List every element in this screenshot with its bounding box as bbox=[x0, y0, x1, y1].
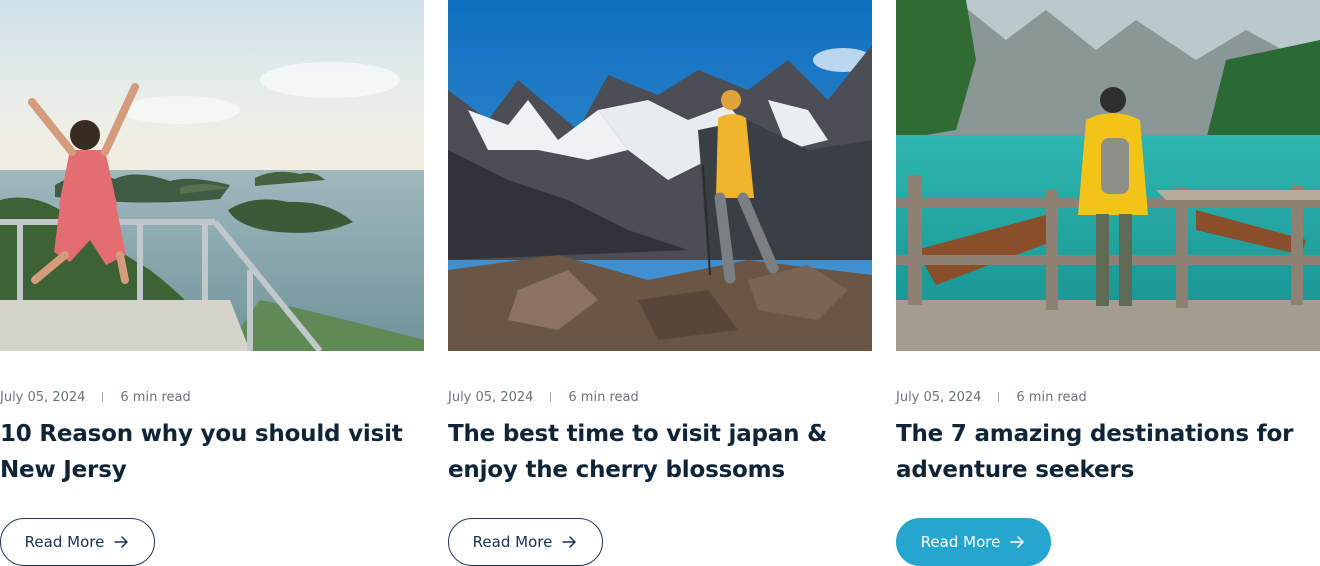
arrow-right-icon bbox=[112, 533, 130, 551]
meta-divider bbox=[998, 392, 1000, 402]
blog-card: July 05, 2024 6 min read 10 Reason why y… bbox=[0, 0, 424, 566]
mountain-hiker-image bbox=[448, 0, 872, 351]
read-more-label: Read More bbox=[472, 533, 553, 551]
post-title[interactable]: 10 Reason why you should visit New Jersy bbox=[0, 416, 410, 488]
meta-divider bbox=[550, 392, 552, 402]
post-title[interactable]: The 7 amazing destinations for adventure… bbox=[896, 416, 1306, 488]
post-title[interactable]: The best time to visit japan & enjoy the… bbox=[448, 416, 858, 488]
read-more-button[interactable]: Read More bbox=[0, 518, 155, 566]
post-read-time: 6 min read bbox=[568, 389, 639, 405]
arrow-right-icon bbox=[1008, 533, 1026, 551]
blog-card: July 05, 2024 6 min read The 7 amazing d… bbox=[896, 0, 1320, 566]
post-image-island-viewpoint[interactable] bbox=[0, 0, 424, 351]
read-more-button[interactable]: Read More bbox=[448, 518, 603, 566]
lake-pier-image bbox=[896, 0, 1320, 351]
read-more-label: Read More bbox=[920, 533, 1001, 551]
blog-post-grid: July 05, 2024 6 min read 10 Reason why y… bbox=[0, 0, 1320, 566]
post-meta: July 05, 2024 6 min read bbox=[0, 388, 191, 406]
arrow-right-icon bbox=[560, 533, 578, 551]
post-read-time: 6 min read bbox=[1016, 389, 1087, 405]
post-date: July 05, 2024 bbox=[0, 389, 86, 405]
read-more-button[interactable]: Read More bbox=[896, 518, 1051, 566]
meta-divider bbox=[102, 392, 104, 402]
post-date: July 05, 2024 bbox=[448, 389, 534, 405]
post-date: July 05, 2024 bbox=[896, 389, 982, 405]
post-image-mountain-hiker[interactable] bbox=[448, 0, 872, 351]
read-more-label: Read More bbox=[24, 533, 105, 551]
post-image-lake-pier[interactable] bbox=[896, 0, 1320, 351]
post-meta: July 05, 2024 6 min read bbox=[896, 388, 1087, 406]
blog-card: July 05, 2024 6 min read The best time t… bbox=[448, 0, 872, 566]
island-viewpoint-image bbox=[0, 0, 424, 351]
post-meta: July 05, 2024 6 min read bbox=[448, 388, 639, 406]
post-read-time: 6 min read bbox=[120, 389, 191, 405]
